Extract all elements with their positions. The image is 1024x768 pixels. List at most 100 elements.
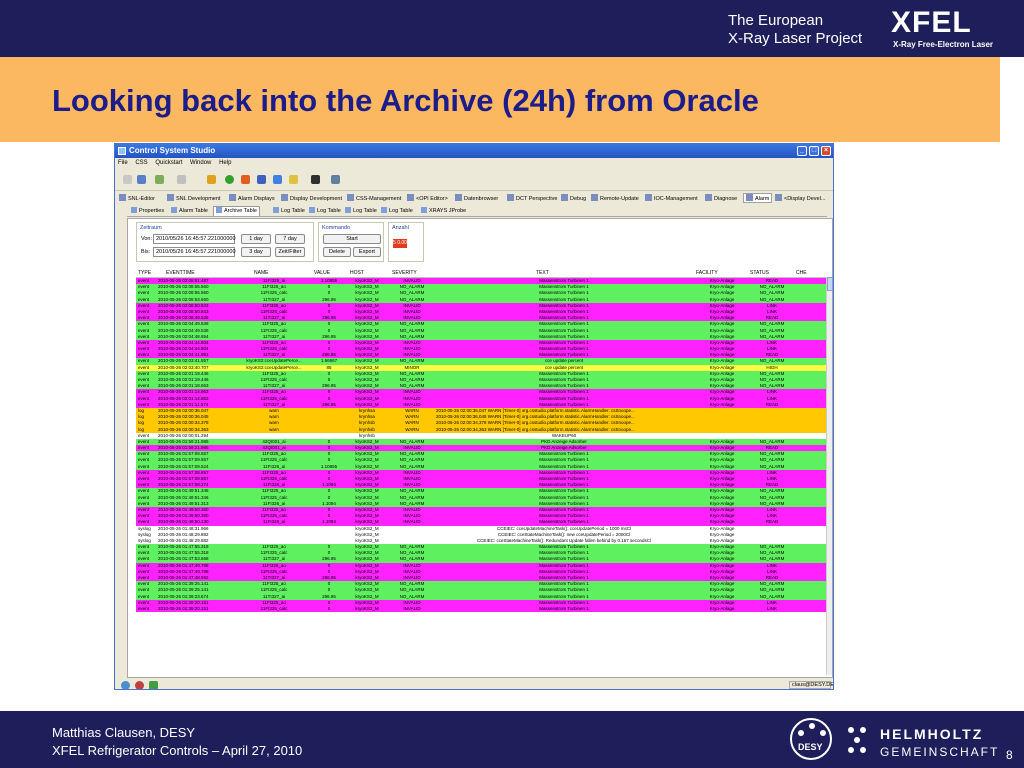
table-cell: event [138, 377, 150, 382]
status-globe-icon[interactable] [121, 681, 130, 689]
table-cell: 11FI325_calc [260, 377, 288, 382]
back-icon[interactable] [155, 175, 164, 184]
perspective-snl-editor[interactable]: SNL-Editor [119, 194, 155, 202]
col-severity[interactable]: SEVERITY [392, 270, 417, 276]
table-cell: 11TI327_ai [262, 556, 286, 562]
one-day-button[interactable]: 1 day [241, 234, 271, 244]
table-cell: event [138, 562, 150, 568]
table-cell: event [138, 469, 150, 475]
table-cell: 11FI325_calc [260, 568, 288, 574]
col-type[interactable]: TYPE [138, 270, 151, 276]
three-day-button[interactable]: 3 day [241, 247, 271, 257]
tab-alarm-table[interactable]: Alarm Table [171, 207, 208, 214]
perspective-alarm[interactable]: Alarm [743, 193, 773, 203]
table-cell: 11TI327_ai [262, 333, 286, 339]
menu-css[interactable]: CSS [135, 160, 147, 166]
menu-quickstart[interactable]: Quickstart [155, 160, 182, 166]
info-icon[interactable] [273, 175, 282, 184]
forward-icon[interactable] [177, 175, 186, 184]
table-cell: Massenstrom Turbinen 1 [539, 556, 589, 562]
table-cell: warn [269, 426, 279, 432]
table-cell: Kryo-Anlage [709, 302, 735, 308]
table-cell: 296.95 [322, 401, 336, 407]
stop-icon[interactable] [241, 175, 250, 184]
start-button[interactable]: Start [323, 234, 381, 244]
table-cell: NO_ALARM [399, 593, 425, 599]
table-cell: 0 [327, 587, 331, 593]
table-cell: 42QI001_ai [262, 438, 286, 444]
table-cell: NO_ALARM [399, 500, 425, 506]
film-icon[interactable] [311, 175, 320, 184]
close-icon[interactable]: × [821, 146, 831, 156]
table-cell: 2010-05-26 02:04:48.654 [158, 333, 209, 339]
perspective-remote-update[interactable]: Remote-Update [591, 194, 639, 202]
tab-log-table-4[interactable]: Log Table [381, 207, 413, 214]
table-cell: kryoKS2_M [355, 513, 379, 519]
perspective-ioc-management[interactable]: IOC-Management [645, 194, 698, 202]
table-cell: 2010-05-26 02:00:36,047 WARN [Timer-0] o… [436, 407, 635, 413]
run-icon[interactable] [225, 175, 234, 184]
tab-log-table-3[interactable]: Log Table [345, 207, 377, 214]
table-cell: 0 [327, 302, 331, 308]
table-cell: INVALID [403, 278, 421, 283]
col-value[interactable]: VALUE [314, 270, 330, 276]
perspective-opi-editor[interactable]: <OPI Editor> [407, 194, 448, 202]
menu-file[interactable]: File [118, 160, 128, 166]
slide-title: Looking back into the Archive (24h) from… [52, 83, 759, 118]
seven-day-button[interactable]: 7 day [275, 234, 305, 244]
perspective-diagnose[interactable]: Diagnose [705, 194, 737, 202]
delete-button[interactable]: Delete [323, 247, 351, 257]
col-status[interactable]: STATUS [750, 270, 769, 276]
perspective-dct[interactable]: DCT Perspective [507, 194, 557, 202]
status-check-icon[interactable] [149, 681, 158, 689]
perspective-alarm-displays[interactable]: Alarm Displays [229, 194, 275, 202]
status-alarm-icon[interactable] [135, 681, 144, 689]
col-name[interactable]: NAME [254, 270, 268, 276]
perspective-css-management[interactable]: CSS-Management [347, 194, 401, 202]
tools-icon[interactable] [257, 175, 266, 184]
col-che[interactable]: CHE [796, 270, 807, 276]
perspective-debug[interactable]: Debug [561, 194, 586, 202]
chart-icon[interactable] [331, 175, 340, 184]
table-row[interactable]: event 2010-05-26 01:39:20.151 11FI325_calc… [136, 605, 826, 613]
table-cell: Kryo-Anlage [709, 469, 735, 475]
table-cell: Massenstrom Turbinen 1 [539, 575, 589, 580]
perspective-display-devel[interactable]: <Display Devel... [775, 194, 825, 202]
table-cell: 2010-05-26 01:47:55.318 [158, 550, 209, 556]
table-scroll-thumb[interactable] [827, 277, 833, 291]
perspective-datenbrowser[interactable]: Datenbrowser [455, 194, 498, 202]
perspective-snl-development[interactable]: SNL Development [167, 194, 220, 202]
table-cell: kryoKS2_M [355, 315, 379, 321]
tab-xrays-jprobe[interactable]: XRAYS JProbe [421, 207, 466, 214]
table-cell: CCEIEC: cceStateMachineTask(): Redundant… [476, 537, 652, 543]
perspective-display-development[interactable]: Display Development [281, 194, 342, 202]
table-cell: LINK [766, 599, 777, 605]
export-button[interactable]: Export [353, 247, 381, 257]
table-cell: event [138, 352, 150, 358]
col-text[interactable]: TEXT [536, 270, 549, 276]
save-icon[interactable] [137, 175, 146, 184]
tab-properties[interactable]: Properties [131, 207, 164, 214]
table-cell: kryoKS2_M [355, 506, 379, 512]
tab-log-table-2[interactable]: Log Table [309, 207, 341, 214]
zeit-filter-button[interactable]: Zeit/Filter [275, 247, 305, 257]
table-cell: Kryo-Anlage [709, 599, 735, 605]
table-cell: LINK [766, 389, 777, 395]
menu-window[interactable]: Window [190, 160, 211, 166]
light-icon[interactable] [289, 175, 298, 184]
maximize-icon[interactable]: □ [809, 146, 819, 156]
col-eventtime[interactable]: EVENTTIME [166, 270, 195, 276]
bis-field[interactable]: 2010/05/26 16:45:57.221000000 [153, 247, 236, 257]
table-scrollbar[interactable] [826, 277, 833, 675]
minimize-icon[interactable]: _ [797, 146, 807, 156]
tab-log-table-1[interactable]: Log Table [273, 207, 305, 214]
table-cell: 11FI325_ao [262, 389, 286, 395]
new-icon[interactable] [123, 175, 132, 184]
tab-archive-table[interactable]: Archive Table [213, 206, 260, 216]
undo-icon[interactable] [207, 175, 216, 184]
col-host[interactable]: HOST [350, 270, 364, 276]
von-field[interactable]: 2010/05/26 16:45:57.221000000 [153, 234, 236, 244]
col-facility[interactable]: FACILITY [696, 270, 718, 276]
menu-help[interactable]: Help [219, 160, 231, 166]
table-cell: 11TI327_ai [262, 315, 286, 321]
